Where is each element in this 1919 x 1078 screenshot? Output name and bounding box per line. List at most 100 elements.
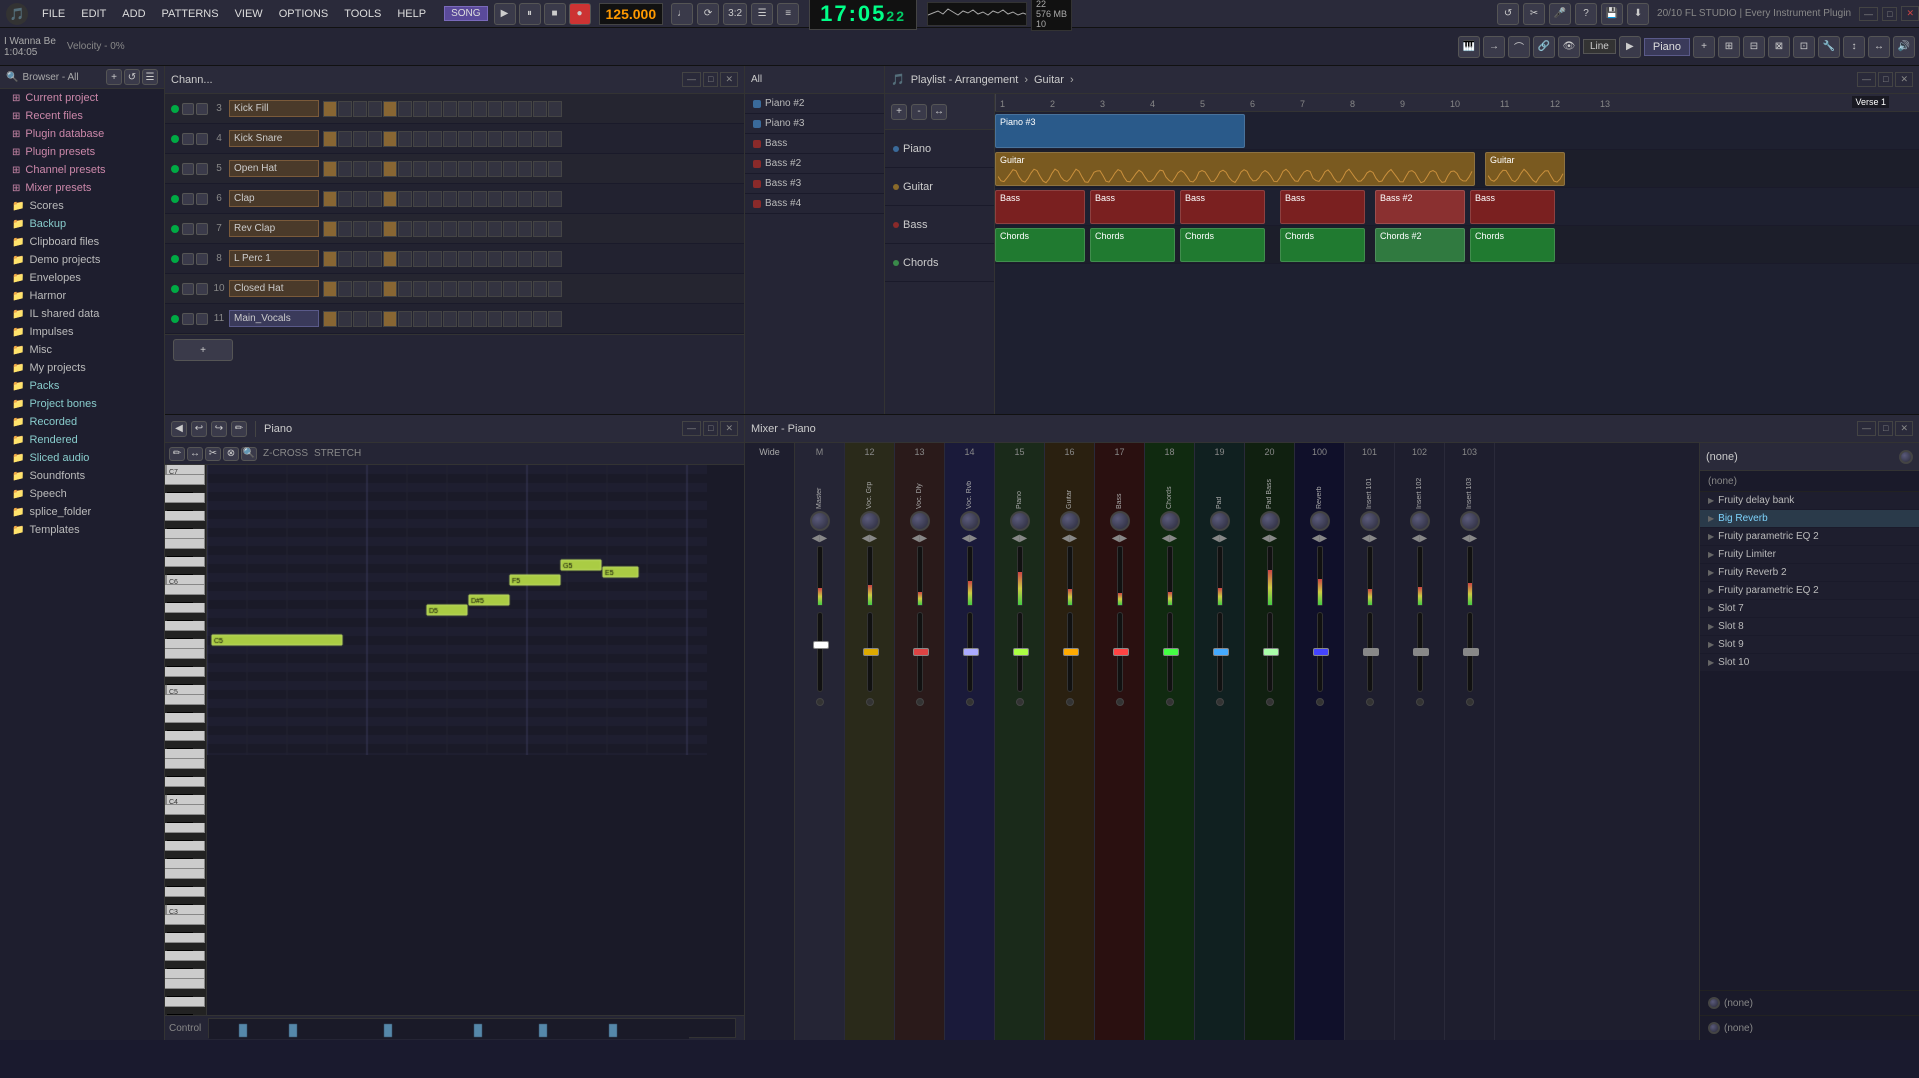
piano-key-G#4[interactable]	[167, 833, 193, 841]
mixer-pan-arrows[interactable]: ◀▶	[862, 533, 877, 544]
pad-15[interactable]	[548, 311, 562, 327]
browser-item-scores[interactable]: 📁Scores	[0, 197, 164, 215]
clip-piano-#3[interactable]: Piano #3	[995, 114, 1245, 148]
pr-tool-2[interactable]: ↔	[187, 447, 203, 461]
mixer-fader[interactable]	[963, 648, 979, 656]
browser-add-btn[interactable]: +	[106, 69, 122, 85]
mixer-fader-track[interactable]	[1417, 612, 1423, 692]
clip-guitar[interactable]: Guitar	[1485, 152, 1565, 186]
piano-btn-6[interactable]: ▶	[1619, 36, 1641, 58]
clip-chords[interactable]: Chords	[995, 228, 1085, 262]
piano-key-G3[interactable]	[165, 951, 205, 961]
mixer-ch-led[interactable]	[816, 698, 824, 706]
mixer-fader-track[interactable]	[1367, 612, 1373, 692]
pad-0[interactable]	[323, 161, 337, 177]
piano-key-A6[interactable]	[165, 603, 205, 613]
mixer-ch-name[interactable]: Guitar	[1066, 459, 1073, 509]
clip-chords-#2[interactable]: Chords #2	[1375, 228, 1465, 262]
song-toggle-btn[interactable]: SONG	[444, 6, 487, 21]
menu-view[interactable]: VIEW	[227, 0, 271, 27]
pad-0[interactable]	[323, 251, 337, 267]
clip-bass[interactable]: Bass	[1280, 190, 1365, 224]
menu-patterns[interactable]: PATTERNS	[154, 0, 227, 27]
mixer-ch-name[interactable]: Insert 102	[1416, 459, 1423, 509]
mixer-ch-led[interactable]	[916, 698, 924, 706]
piano-list-item[interactable]: Bass #2	[745, 154, 884, 174]
piano-key-E7[interactable]	[165, 539, 205, 549]
mixer-ch-led[interactable]	[1316, 698, 1324, 706]
pad-2[interactable]	[353, 191, 367, 207]
pad-15[interactable]	[548, 161, 562, 177]
control-graph[interactable]	[208, 1018, 736, 1038]
piano-key-C7[interactable]: C7	[165, 465, 205, 475]
pad-10[interactable]	[473, 191, 487, 207]
piano-key-E5[interactable]	[165, 759, 205, 769]
tempo-display[interactable]: 125.000	[599, 3, 664, 25]
pad-11[interactable]	[488, 101, 502, 117]
pad-0[interactable]	[323, 221, 337, 237]
mixer-pan-arrows[interactable]: ◀▶	[1412, 533, 1427, 544]
pad-3[interactable]	[368, 101, 382, 117]
browser-item-plugin-database[interactable]: ⊞Plugin database	[0, 125, 164, 143]
browser-item-plugin-presets[interactable]: ⊞Plugin presets	[0, 143, 164, 161]
channel-name[interactable]: L Perc 1	[229, 250, 319, 267]
piano-key-F6[interactable]	[165, 639, 205, 649]
pr-zoom-btn[interactable]: 🔍	[241, 447, 257, 461]
mixer-pan-knob[interactable]	[1410, 511, 1430, 531]
piano-key-F#4[interactable]	[167, 851, 193, 859]
piano-key-G#6[interactable]	[167, 613, 193, 621]
mixer-fader-track[interactable]	[1317, 612, 1323, 692]
pad-5[interactable]	[398, 221, 412, 237]
pr-maximize[interactable]: □	[703, 421, 718, 436]
piano-key-A3[interactable]	[165, 933, 205, 943]
piano-key-C#5[interactable]	[167, 787, 193, 795]
piano-key-A#3[interactable]	[167, 925, 193, 933]
pad-3[interactable]	[368, 311, 382, 327]
piano-key-B4[interactable]	[165, 805, 205, 815]
pad-6[interactable]	[413, 281, 427, 297]
pad-4[interactable]	[383, 191, 397, 207]
piano-key-A4[interactable]	[165, 823, 205, 833]
menu-options[interactable]: OPTIONS	[271, 0, 337, 27]
channel-name[interactable]: Kick Snare	[229, 130, 319, 147]
channel-mute[interactable]	[182, 163, 194, 175]
mixer-pan-knob[interactable]	[1110, 511, 1130, 531]
minimize-btn[interactable]: —	[1859, 7, 1878, 21]
mixer-ch-name[interactable]: Bass	[1116, 459, 1123, 509]
pad-11[interactable]	[488, 161, 502, 177]
pad-6[interactable]	[413, 251, 427, 267]
pad-14[interactable]	[533, 251, 547, 267]
pad-11[interactable]	[488, 251, 502, 267]
pad-1[interactable]	[338, 251, 352, 267]
mixer-ch-led[interactable]	[966, 698, 974, 706]
clip-chords[interactable]: Chords	[1280, 228, 1365, 262]
record-button[interactable]: ●	[569, 3, 591, 25]
mixer-fader-track[interactable]	[917, 612, 923, 692]
mixer-pan-knob[interactable]	[1260, 511, 1280, 531]
pad-13[interactable]	[518, 281, 532, 297]
mx-maximize[interactable]: □	[1878, 421, 1893, 436]
piano-tool-5[interactable]: 👁	[1558, 36, 1580, 58]
pad-2[interactable]	[353, 221, 367, 237]
pad-8[interactable]	[443, 251, 457, 267]
pad-7[interactable]	[428, 191, 442, 207]
mixer-pan-arrows[interactable]: ◀▶	[1262, 533, 1277, 544]
mixer-ch-led[interactable]	[1466, 698, 1474, 706]
browser-item-il-shared-data[interactable]: 📁IL shared data	[0, 305, 164, 323]
pad-2[interactable]	[353, 251, 367, 267]
piano-roll-grid[interactable]	[207, 465, 744, 1015]
menu-add[interactable]: ADD	[114, 0, 153, 27]
pad-12[interactable]	[503, 221, 517, 237]
piano-list-item[interactable]: Bass #3	[745, 174, 884, 194]
fx-effect-fruity-parametric-eq-2[interactable]: ▶Fruity parametric EQ 2	[1700, 528, 1919, 546]
clip-chords[interactable]: Chords	[1470, 228, 1555, 262]
mixer-ch-name[interactable]: Chords	[1166, 459, 1173, 509]
pad-9[interactable]	[458, 191, 472, 207]
pad-10[interactable]	[473, 281, 487, 297]
browser-item-misc[interactable]: 📁Misc	[0, 341, 164, 359]
pad-10[interactable]	[473, 161, 487, 177]
channel-mute[interactable]	[182, 193, 194, 205]
mixer-pan-knob[interactable]	[910, 511, 930, 531]
tb-icon-6[interactable]: ↕	[1843, 36, 1865, 58]
pad-1[interactable]	[338, 191, 352, 207]
